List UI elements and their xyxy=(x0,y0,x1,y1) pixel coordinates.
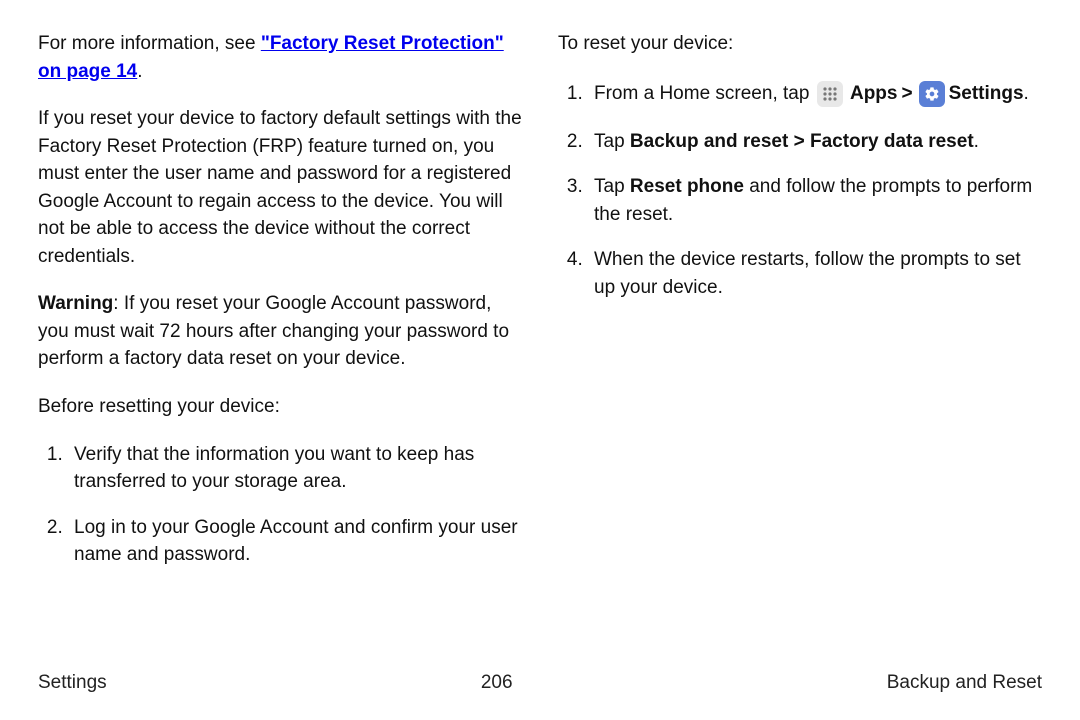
step2-bold: Backup and reset > Factory data reset xyxy=(630,131,974,152)
settings-label: Settings xyxy=(949,83,1024,104)
page-footer: Settings 206 Backup and Reset xyxy=(38,672,1042,694)
step2-pre: Tap xyxy=(594,131,630,152)
step3-pre: Tap xyxy=(594,176,630,197)
step3-bold: Reset phone xyxy=(630,176,744,197)
apps-icon xyxy=(817,81,843,107)
intro-paragraph: For more information, see "Factory Reset… xyxy=(38,30,522,85)
left-column: For more information, see "Factory Reset… xyxy=(38,30,522,589)
before-heading: Before resetting your device: xyxy=(38,393,522,421)
list-item: Tap Backup and reset > Factory data rese… xyxy=(588,128,1042,156)
list-item: Tap Reset phone and follow the prompts t… xyxy=(588,173,1042,228)
chevron-right-icon: > xyxy=(901,83,912,104)
reset-heading: To reset your device: xyxy=(558,30,1042,58)
step1-pre: From a Home screen, tap xyxy=(594,83,815,104)
frp-paragraph: If you reset your device to factory defa… xyxy=(38,105,522,270)
right-column: To reset your device: From a Home screen… xyxy=(558,30,1042,589)
reset-steps-list: From a Home screen, tap Apps> Settings. T… xyxy=(558,78,1042,302)
warning-paragraph: Warning: If you reset your Google Accoun… xyxy=(38,290,522,373)
settings-icon xyxy=(919,81,945,107)
manual-page: For more information, see "Factory Reset… xyxy=(0,0,1080,720)
columns: For more information, see "Factory Reset… xyxy=(38,30,1042,589)
intro-pre: For more information, see xyxy=(38,33,261,54)
step2-post: . xyxy=(974,131,979,152)
footer-left: Settings xyxy=(38,672,107,694)
footer-page-number: 206 xyxy=(481,672,513,694)
footer-right: Backup and Reset xyxy=(887,672,1042,694)
apps-label: Apps xyxy=(850,83,898,104)
step1-post: . xyxy=(1024,83,1029,104)
list-item: From a Home screen, tap Apps> Settings. xyxy=(588,78,1042,110)
list-item: Log in to your Google Account and confir… xyxy=(68,514,522,569)
list-item: When the device restarts, follow the pro… xyxy=(588,246,1042,301)
intro-post: . xyxy=(137,61,142,82)
before-steps-list: Verify that the information you want to … xyxy=(38,441,522,569)
warning-label: Warning xyxy=(38,293,113,314)
list-item: Verify that the information you want to … xyxy=(68,441,522,496)
